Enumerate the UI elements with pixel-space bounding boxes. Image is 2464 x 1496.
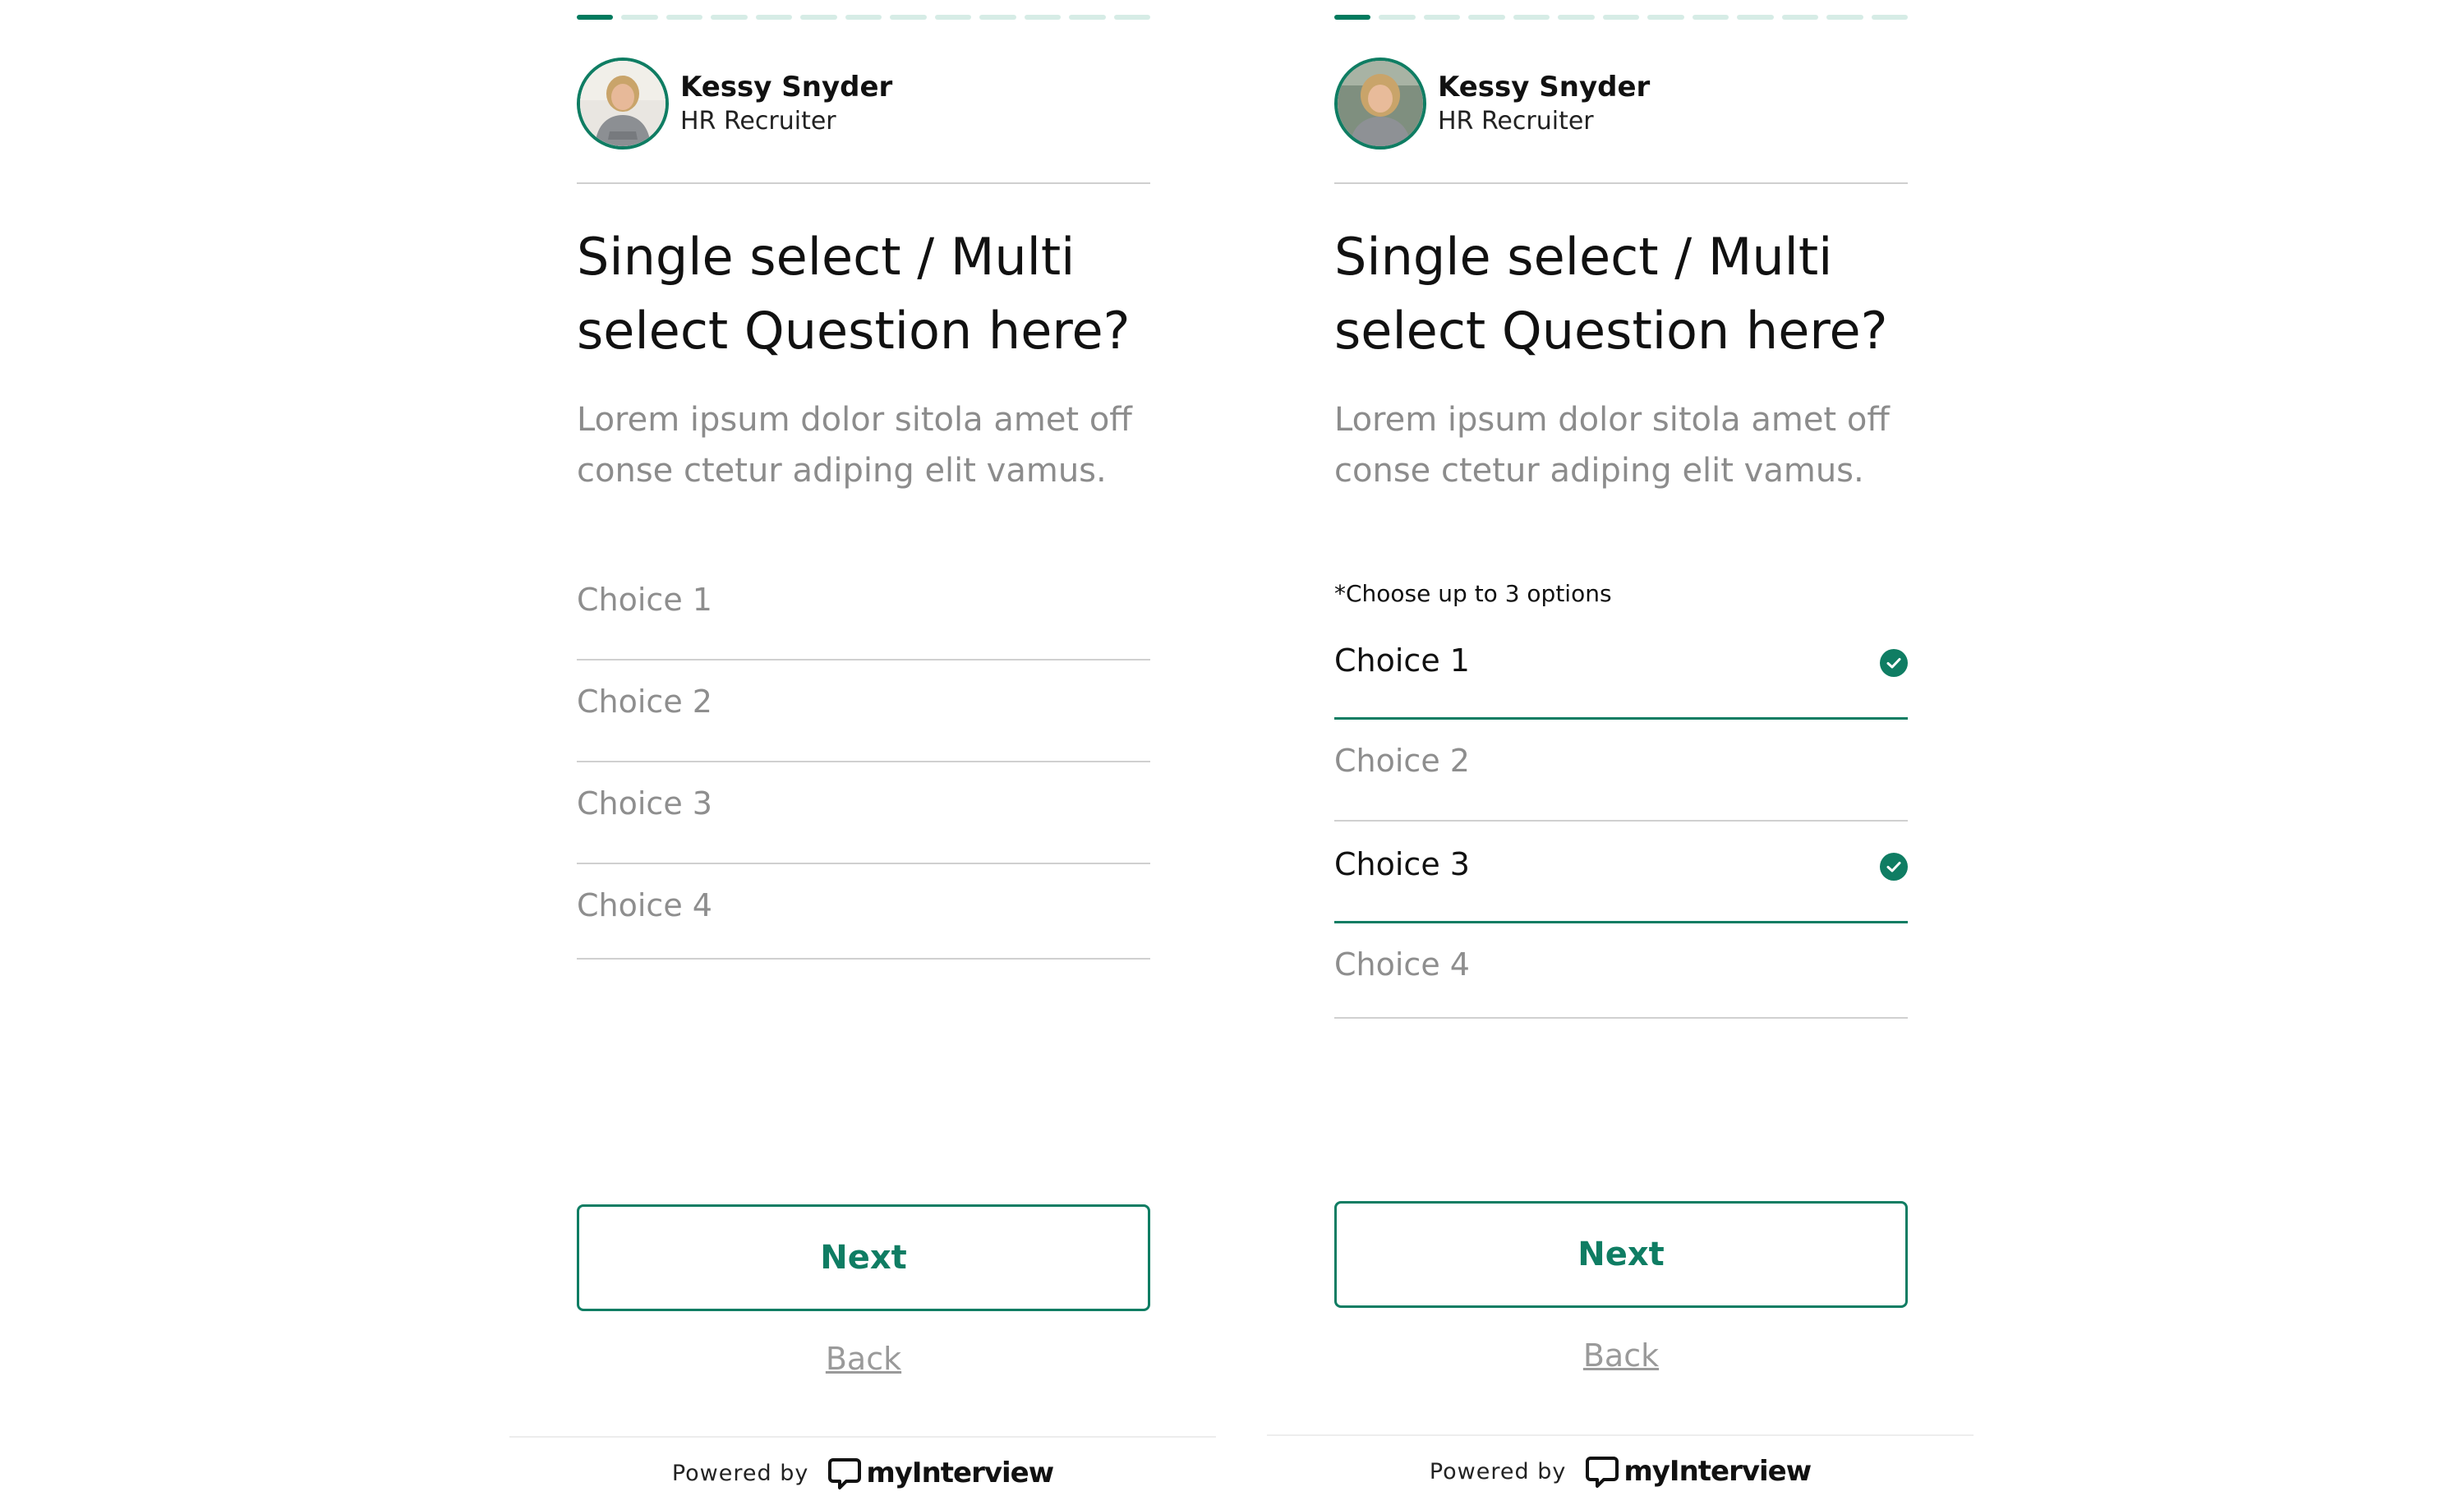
avatar — [1334, 58, 1426, 150]
avatar — [577, 58, 669, 150]
footer-divider — [1267, 1434, 1974, 1436]
choice-list: Choice 1 Choice 2 Choice 3 Choice 4 — [1334, 618, 1908, 1019]
selection-hint: *Choose up to 3 options — [1334, 580, 1612, 607]
choice-label: Choice 4 — [577, 887, 712, 923]
progress-step — [934, 15, 972, 20]
brand-logo[interactable]: myInterview — [827, 1455, 1054, 1491]
progress-step — [1513, 15, 1550, 20]
person-photo-icon — [1338, 61, 1423, 146]
panel-content: Kessy Snyder HR Recruiter Single select … — [1334, 0, 1909, 1496]
progress-step — [1468, 15, 1505, 20]
choice-option[interactable]: Choice 4 — [577, 864, 1150, 960]
powered-by-label: Powered by — [1429, 1458, 1567, 1484]
speech-bubble-icon — [828, 1458, 862, 1489]
progress-step-current — [1334, 15, 1371, 20]
recruiter-header: Kessy Snyder HR Recruiter — [1334, 58, 1650, 150]
progress-step — [1069, 15, 1106, 20]
progress-step — [845, 15, 882, 20]
choice-option[interactable]: Choice 2 — [577, 661, 1150, 762]
next-button[interactable]: Next — [577, 1204, 1150, 1311]
progress-step — [1871, 15, 1909, 20]
choice-list: Choice 1 Choice 2 Choice 3 Choice 4 — [577, 559, 1150, 960]
choice-option[interactable]: Choice 2 — [1334, 720, 1908, 822]
recruiter-role: HR Recruiter — [1438, 107, 1594, 136]
choice-label: Choice 3 — [577, 785, 712, 822]
progress-step — [1826, 15, 1863, 20]
back-link[interactable]: Back — [1334, 1337, 1908, 1374]
powered-by-label: Powered by — [671, 1460, 809, 1486]
check-circle-icon — [1880, 649, 1908, 677]
next-button[interactable]: Next — [1334, 1201, 1908, 1308]
progress-step — [1558, 15, 1595, 20]
single-select-panel: Kessy Snyder HR Recruiter Single select … — [509, 0, 1216, 1496]
progress-bar — [577, 15, 1151, 20]
recruiter-header: Kessy Snyder HR Recruiter — [577, 58, 892, 150]
footer-divider — [509, 1436, 1216, 1438]
question-description: Lorem ipsum dolor sitola amet off conse … — [577, 401, 1132, 490]
check-circle-icon — [1880, 853, 1908, 881]
divider — [1334, 182, 1908, 184]
progress-step — [979, 15, 1016, 20]
progress-step — [1781, 15, 1819, 20]
brand-logo[interactable]: myInterview — [1584, 1453, 1812, 1489]
progress-step — [1602, 15, 1640, 20]
choice-label: Choice 4 — [1334, 946, 1470, 983]
multi-select-panel: Kessy Snyder HR Recruiter Single select … — [1267, 0, 1974, 1496]
progress-step — [1113, 15, 1151, 20]
recruiter-name: Kessy Snyder — [680, 71, 893, 104]
progress-step — [1024, 15, 1062, 20]
brand-name: myInterview — [866, 1457, 1054, 1489]
progress-step — [1647, 15, 1684, 20]
progress-step — [800, 15, 837, 20]
choice-label: Choice 1 — [1334, 642, 1470, 679]
question-title: Single select / Multi select Question he… — [1334, 227, 1888, 361]
choice-label: Choice 3 — [1334, 846, 1470, 882]
progress-step — [621, 15, 658, 20]
choice-label: Choice 2 — [1334, 743, 1470, 779]
panel-content: Kessy Snyder HR Recruiter Single select … — [577, 0, 1151, 1496]
brand-name: myInterview — [1623, 1455, 1812, 1488]
progress-step — [755, 15, 793, 20]
choice-label: Choice 2 — [577, 684, 712, 720]
recruiter-role: HR Recruiter — [680, 107, 836, 136]
progress-step — [711, 15, 748, 20]
progress-step — [666, 15, 703, 20]
question-description: Lorem ipsum dolor sitola amet off conse … — [1334, 401, 1890, 490]
back-link[interactable]: Back — [577, 1341, 1150, 1377]
progress-step — [1737, 15, 1774, 20]
choice-option[interactable]: Choice 3 — [577, 762, 1150, 864]
question-title: Single select / Multi select Question he… — [577, 227, 1131, 361]
person-photo-icon — [580, 61, 666, 146]
powered-by-footer: Powered by myInterview — [509, 1452, 1216, 1494]
powered-by-footer: Powered by myInterview — [1267, 1451, 1974, 1492]
speech-bubble-icon — [1586, 1457, 1619, 1488]
choice-option[interactable]: Choice 1 — [577, 559, 1150, 661]
choice-option-selected[interactable]: Choice 3 — [1334, 822, 1908, 923]
choice-option-selected[interactable]: Choice 1 — [1334, 618, 1908, 720]
progress-bar — [1334, 15, 1909, 20]
divider — [577, 182, 1150, 184]
progress-step — [1423, 15, 1461, 20]
progress-step — [1692, 15, 1729, 20]
choice-option[interactable]: Choice 4 — [1334, 923, 1908, 1019]
choice-label: Choice 1 — [577, 582, 712, 618]
progress-step-current — [577, 15, 614, 20]
progress-step — [890, 15, 927, 20]
progress-step — [1379, 15, 1416, 20]
recruiter-name: Kessy Snyder — [1438, 71, 1651, 104]
